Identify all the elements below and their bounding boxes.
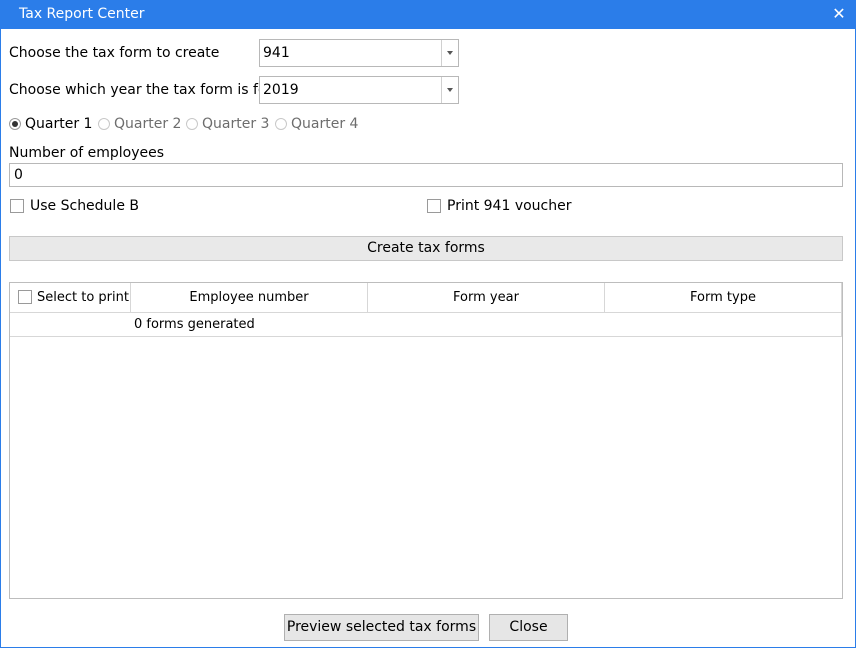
year-value: 2019 bbox=[263, 82, 299, 98]
radio-quarter-2[interactable]: Quarter 2 bbox=[98, 116, 181, 132]
close-icon[interactable]: ✕ bbox=[829, 4, 849, 24]
tax-form-value: 941 bbox=[263, 45, 290, 61]
table-status-row: 0 forms generated bbox=[10, 313, 842, 337]
schedule-b-label: Use Schedule B bbox=[30, 198, 139, 214]
row-divider bbox=[841, 313, 842, 337]
radio-label: Quarter 1 bbox=[25, 116, 93, 132]
radio-icon bbox=[98, 118, 110, 130]
column-label: Select to print bbox=[37, 290, 129, 305]
checkbox-icon bbox=[10, 199, 24, 213]
forms-generated-text: 0 forms generated bbox=[134, 317, 255, 332]
table-header: Select to print Employee number Form yea… bbox=[10, 283, 842, 313]
radio-quarter-3[interactable]: Quarter 3 bbox=[186, 116, 269, 132]
year-label: Choose which year the tax form is for bbox=[9, 82, 273, 98]
print-voucher-checkbox[interactable]: Print 941 voucher bbox=[427, 198, 572, 214]
radio-label: Quarter 3 bbox=[202, 116, 270, 132]
employees-input[interactable]: 0 bbox=[9, 163, 843, 187]
select-all-checkbox[interactable] bbox=[18, 290, 32, 304]
radio-label: Quarter 2 bbox=[114, 116, 182, 132]
radio-quarter-4[interactable]: Quarter 4 bbox=[275, 116, 358, 132]
employees-label: Number of employees bbox=[9, 145, 165, 161]
preview-tax-forms-button[interactable]: Preview selected tax forms bbox=[284, 614, 479, 641]
column-employee-number[interactable]: Employee number bbox=[131, 283, 368, 313]
radio-selected-icon bbox=[9, 118, 21, 130]
tax-forms-table: Select to print Employee number Form yea… bbox=[9, 282, 843, 599]
window-title: Tax Report Center bbox=[19, 6, 145, 22]
checkbox-icon bbox=[427, 199, 441, 213]
title-bar: Tax Report Center ✕ bbox=[1, 1, 855, 29]
radio-label: Quarter 4 bbox=[291, 116, 359, 132]
chevron-down-icon[interactable] bbox=[441, 77, 458, 103]
column-select-to-print[interactable]: Select to print bbox=[10, 283, 131, 313]
radio-quarter-1[interactable]: Quarter 1 bbox=[9, 116, 92, 132]
radio-icon bbox=[186, 118, 198, 130]
tax-report-window: Tax Report Center ✕ Choose the tax form … bbox=[0, 0, 856, 648]
create-tax-forms-button[interactable]: Create tax forms bbox=[9, 236, 843, 261]
schedule-b-checkbox[interactable]: Use Schedule B bbox=[10, 198, 139, 214]
employees-value: 0 bbox=[14, 167, 23, 183]
radio-icon bbox=[275, 118, 287, 130]
tax-form-label: Choose the tax form to create bbox=[9, 45, 220, 61]
print-voucher-label: Print 941 voucher bbox=[447, 198, 572, 214]
column-form-year[interactable]: Form year bbox=[368, 283, 605, 313]
year-dropdown[interactable]: 2019 bbox=[259, 76, 459, 104]
column-form-type[interactable]: Form type bbox=[605, 283, 842, 313]
chevron-down-icon[interactable] bbox=[441, 40, 458, 66]
tax-form-dropdown[interactable]: 941 bbox=[259, 39, 459, 67]
close-button[interactable]: Close bbox=[489, 614, 568, 641]
